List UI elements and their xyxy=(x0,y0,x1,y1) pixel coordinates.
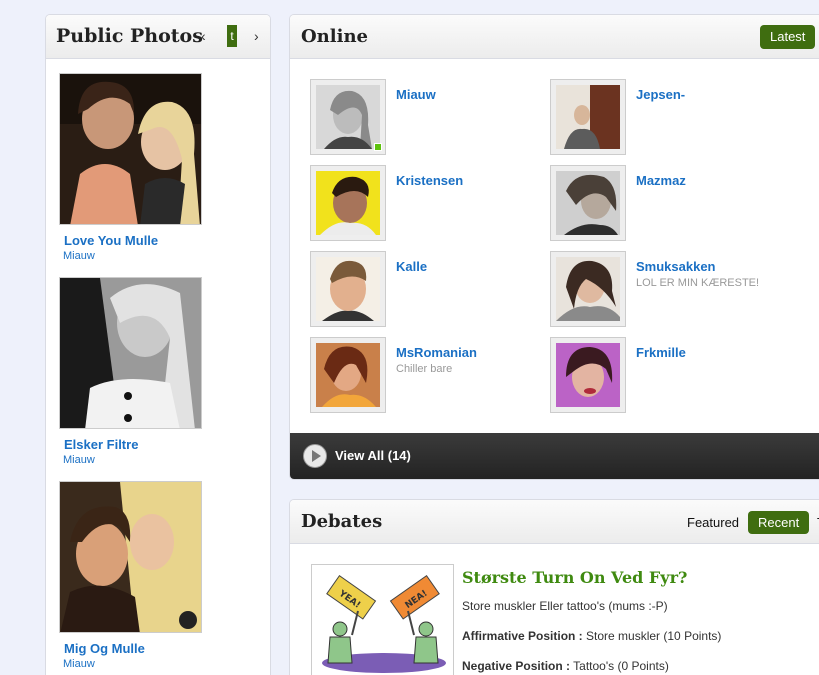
negative-position: Negative Position : Tattoo's (0 Points) xyxy=(462,659,669,673)
next-arrow-icon[interactable]: › xyxy=(254,28,259,44)
user-name[interactable]: Kristensen xyxy=(396,173,463,188)
photo-item: Elsker Filtre Miauw xyxy=(59,277,202,466)
debate-title[interactable]: Største Turn On Ved Fyr? xyxy=(462,568,687,587)
affirmative-label: Affirmative Position : xyxy=(462,629,583,643)
photo-item: Love You Mulle Miauw xyxy=(59,73,202,262)
user-name[interactable]: Smuksakken xyxy=(636,259,716,274)
play-icon xyxy=(303,444,327,468)
avatar[interactable] xyxy=(550,337,626,413)
avatar[interactable] xyxy=(310,79,386,155)
photo-thumbnail[interactable] xyxy=(59,73,202,225)
tab-featured[interactable]: Featured xyxy=(687,515,739,530)
user-status: Chiller bare xyxy=(396,363,453,375)
tab-recent[interactable]: Recent xyxy=(748,511,810,534)
avatar[interactable] xyxy=(310,251,386,327)
online-panel: Online Latest Miauw Jepsen- Kristensen M… xyxy=(289,14,819,480)
user-name[interactable]: Miauw xyxy=(396,87,436,102)
photo-author[interactable]: Miauw xyxy=(63,454,202,466)
photo-item: Mig Og Mulle Miauw xyxy=(59,481,202,670)
photo-title[interactable]: Mig Og Mulle xyxy=(64,641,202,656)
negative-label: Negative Position : xyxy=(462,659,571,673)
public-photos-header: Public Photos ‹ t › xyxy=(46,15,270,59)
debates-title: Debates xyxy=(301,511,383,532)
view-all-button[interactable]: View All (14) xyxy=(290,433,819,479)
avatar[interactable] xyxy=(550,79,626,155)
user-status: LOL ER MIN KÆRESTE! xyxy=(636,277,760,289)
public-photos-title: Public Photos xyxy=(56,25,203,47)
photos-tab-active[interactable]: t xyxy=(227,25,237,47)
affirmative-position: Affirmative Position : Store muskler (10… xyxy=(462,629,721,643)
avatar[interactable] xyxy=(310,165,386,241)
online-header: Online Latest xyxy=(290,15,819,59)
online-title: Online xyxy=(301,26,368,47)
photo-author[interactable]: Miauw xyxy=(63,658,202,670)
affirmative-value: Store muskler (10 Points) xyxy=(586,629,722,643)
photo-thumbnail[interactable] xyxy=(59,481,202,633)
avatar[interactable] xyxy=(310,337,386,413)
photo-title[interactable]: Love You Mulle xyxy=(64,233,202,248)
photo-author[interactable]: Miauw xyxy=(63,250,202,262)
user-name[interactable]: MsRomanian xyxy=(396,345,477,360)
public-photos-panel: Public Photos ‹ t › Love You Mulle Miauw xyxy=(45,14,271,675)
debates-header: Debates Featured Recent T xyxy=(290,500,819,544)
photo-title[interactable]: Elsker Filtre xyxy=(64,437,202,452)
user-name[interactable]: Kalle xyxy=(396,259,427,274)
online-status-indicator xyxy=(374,143,382,151)
debate-description: Store muskler Eller tattoo's (mums :-P) xyxy=(462,599,668,613)
avatar[interactable] xyxy=(550,165,626,241)
user-name[interactable]: Frkmille xyxy=(636,345,686,360)
user-name[interactable]: Jepsen- xyxy=(636,87,685,102)
debate-image[interactable]: YEA! NEA! xyxy=(311,564,454,675)
prev-arrow-icon[interactable]: ‹ xyxy=(201,28,206,44)
latest-button[interactable]: Latest xyxy=(760,25,816,49)
avatar[interactable] xyxy=(550,251,626,327)
user-name[interactable]: Mazmaz xyxy=(636,173,686,188)
photo-thumbnail[interactable] xyxy=(59,277,202,429)
view-all-label: View All (14) xyxy=(335,448,411,463)
debates-panel: Debates Featured Recent T YEA! NEA! Stør… xyxy=(289,499,819,675)
negative-value: Tattoo's (0 Points) xyxy=(573,659,669,673)
